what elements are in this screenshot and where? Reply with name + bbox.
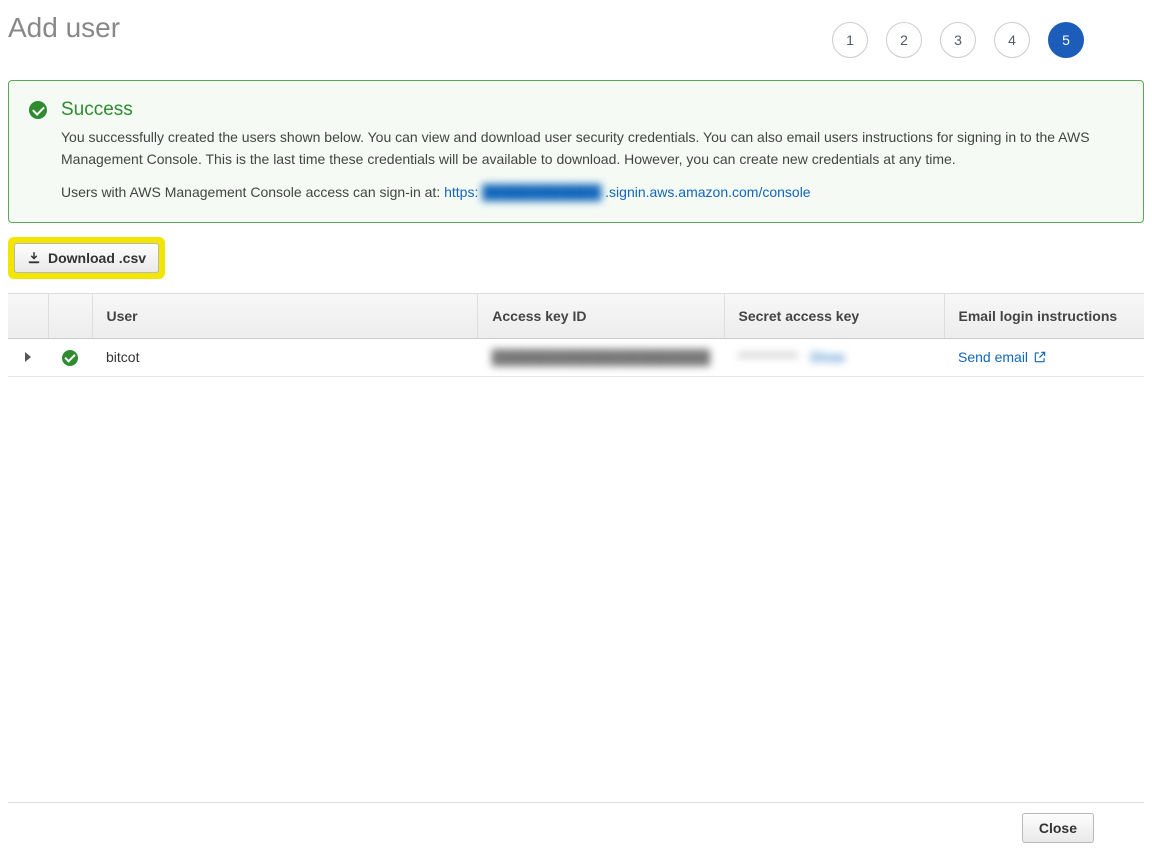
signin-link-suffix: .signin.aws.amazon.com/console <box>605 184 810 200</box>
send-email-link[interactable]: Send email <box>958 349 1047 365</box>
step-5[interactable]: 5 <box>1048 22 1084 58</box>
success-title: Success <box>61 99 1121 121</box>
table-row: bitcot ██████████████████████ **********… <box>8 338 1144 376</box>
signin-prefix: Users with AWS Management Console access… <box>61 184 444 200</box>
download-icon <box>27 251 41 265</box>
footer-bar: Close <box>8 802 1144 849</box>
cell-access-key: ██████████████████████ <box>478 338 724 376</box>
step-1[interactable]: 1 <box>832 22 868 58</box>
download-csv-button[interactable]: Download .csv <box>14 243 159 273</box>
header-user: User <box>92 294 478 338</box>
close-button[interactable]: Close <box>1022 813 1094 843</box>
step-3[interactable]: 3 <box>940 22 976 58</box>
secret-value: *********** <box>738 349 798 365</box>
header-expand <box>8 294 48 338</box>
download-csv-label: Download .csv <box>48 250 146 266</box>
cell-user: bitcot <box>92 338 478 376</box>
header-status <box>48 294 92 338</box>
step-2[interactable]: 2 <box>886 22 922 58</box>
signin-link-protocol: https: <box>444 184 478 200</box>
external-link-icon <box>1033 350 1047 364</box>
signin-link-account-id: ████████████ <box>482 184 601 200</box>
page-title: Add user <box>8 12 120 44</box>
step-indicator: 1 2 3 4 5 <box>832 12 1144 58</box>
send-email-label: Send email <box>958 349 1028 365</box>
download-highlight: Download .csv <box>8 237 165 279</box>
signin-link[interactable]: https: ████████████ .signin.aws.amazon.c… <box>444 184 811 200</box>
header-email: Email login instructions <box>944 294 1144 338</box>
expand-row-icon[interactable] <box>25 352 31 362</box>
cell-email: Send email <box>944 338 1144 376</box>
check-circle-icon <box>29 101 47 119</box>
show-secret-link[interactable]: Show <box>810 349 845 365</box>
success-signin-line: Users with AWS Management Console access… <box>61 184 1121 200</box>
success-message: You successfully created the users shown… <box>61 127 1121 170</box>
users-table: User Access key ID Secret access key Ema… <box>8 293 1144 377</box>
success-alert: Success You successfully created the use… <box>8 80 1144 223</box>
header-access-key: Access key ID <box>478 294 724 338</box>
header-secret: Secret access key <box>724 294 944 338</box>
cell-secret: *********** Show <box>724 338 944 376</box>
row-success-icon <box>62 350 78 366</box>
access-key-value: ██████████████████████ <box>492 349 710 365</box>
step-4[interactable]: 4 <box>994 22 1030 58</box>
